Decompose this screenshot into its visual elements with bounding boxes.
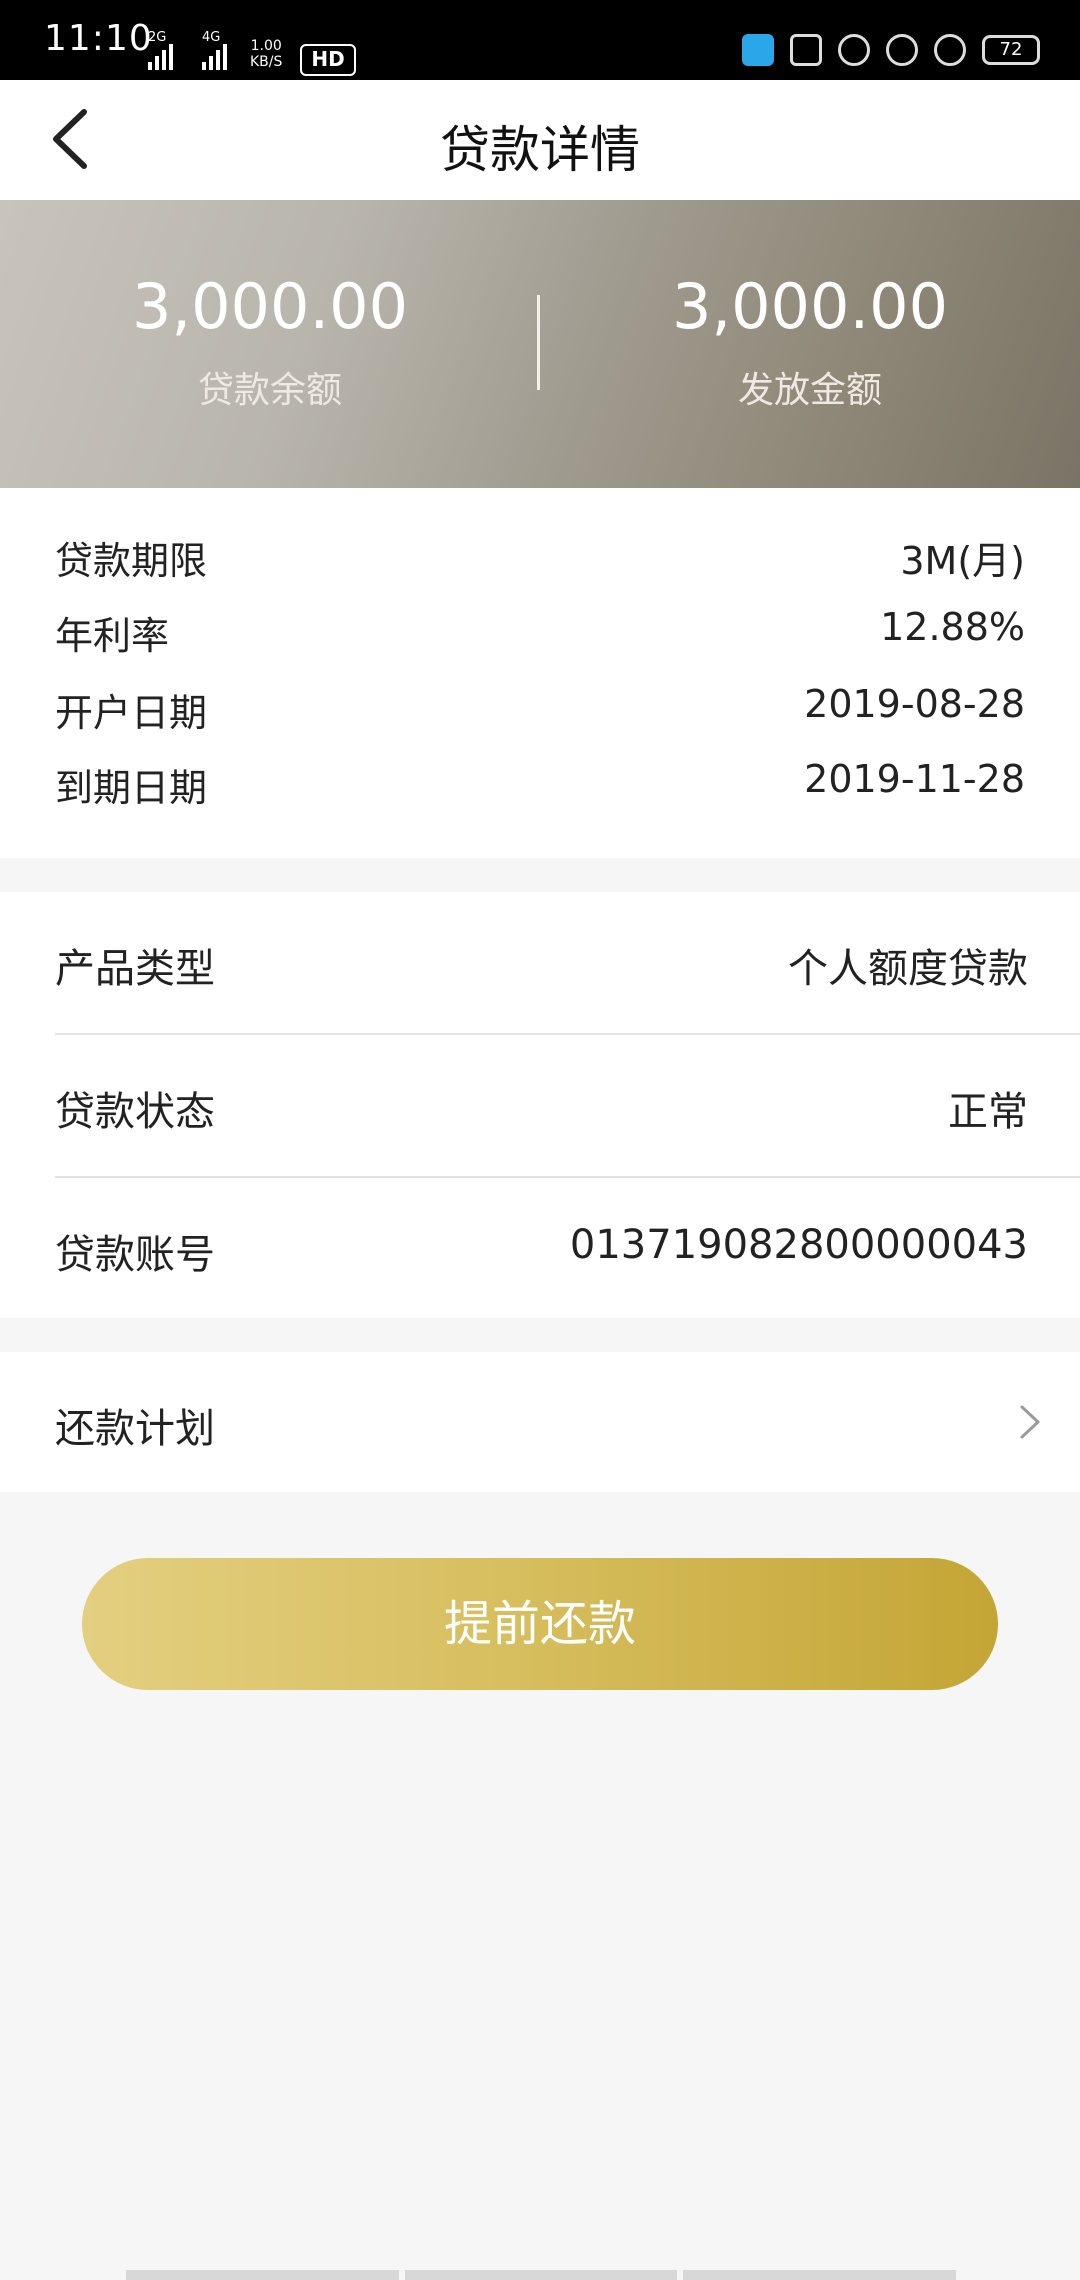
lock-icon [838, 34, 870, 66]
loan-summary-card: 3,000.00 贷款余额 3,000.00 发放金额 [0, 200, 1080, 488]
network-type-4g: 4G [202, 30, 221, 45]
detail-value: 2019-11-28 [804, 757, 1025, 801]
repayment-plan-item[interactable]: 还款计划 [55, 1352, 1080, 1492]
status-icons: 72 [742, 34, 1040, 66]
issued-amount: 3,000.00 发放金额 [540, 270, 1080, 413]
shield-icon [742, 34, 774, 66]
repayment-plan-row[interactable]: 还款计划 [0, 1352, 1080, 1492]
network-speed: 1.00 KB/S [250, 38, 283, 70]
detail-value: 12.88% [880, 605, 1025, 649]
detail-row-term: 贷款期限 3M(月) [55, 530, 1025, 590]
detail-row-open-date: 开户日期 2019-08-28 [55, 682, 1025, 742]
detail-label: 到期日期 [55, 766, 208, 810]
chevron-right-icon [1010, 1397, 1050, 1447]
network-type-2g: 2G [148, 30, 167, 45]
info-label: 贷款状态 [55, 1089, 215, 1135]
loan-details-section: 贷款期限 3M(月) 年利率 12.88% 开户日期 2019-08-28 到期… [0, 488, 1080, 858]
location-icon [886, 34, 918, 66]
home-indicator [126, 2270, 957, 2280]
signal-icon-2g: 2G [148, 30, 184, 70]
info-row-account: 贷款账号 013719082800000043 [55, 1178, 1080, 1318]
detail-row-due-date: 到期日期 2019-11-28 [55, 757, 1025, 817]
page-title: 贷款详情 [440, 121, 640, 179]
detail-row-rate: 年利率 12.88% [55, 605, 1025, 665]
info-row-status: 贷款状态 正常 [55, 1035, 1080, 1175]
vibrate-icon [790, 34, 822, 66]
loan-balance-label: 贷款余额 [197, 370, 342, 411]
info-row-product-type: 产品类型 个人额度贷款 [55, 892, 1080, 1032]
status-badge: 正常 [948, 1089, 1028, 1135]
info-label: 贷款账号 [55, 1232, 215, 1278]
detail-label: 贷款期限 [55, 539, 208, 583]
loan-balance-amount: 3,000.00 [131, 270, 409, 343]
issued-amount-value: 3,000.00 [671, 270, 949, 343]
status-time: 11:10 [44, 18, 153, 59]
loan-info-section: 产品类型 个人额度贷款 贷款状态 正常 贷款账号 013719082800000… [0, 892, 1080, 1318]
nav-bar: 贷款详情 [0, 80, 1080, 200]
info-value: 个人额度贷款 [788, 946, 1028, 992]
prepay-button[interactable]: 提前还款 [82, 1558, 998, 1690]
battery-icon: 72 [982, 35, 1040, 65]
account-number: 013719082800000043 [569, 1222, 1028, 1268]
loan-balance: 3,000.00 贷款余额 [0, 270, 540, 413]
info-label: 产品类型 [55, 946, 215, 992]
repayment-plan-label: 还款计划 [55, 1406, 215, 1452]
detail-value: 3M(月) [900, 539, 1025, 583]
detail-label: 年利率 [55, 614, 170, 658]
signal-icon-4g: 4G [202, 30, 242, 70]
issued-amount-label: 发放金额 [737, 370, 882, 411]
status-bar: 11:10 2G 4G 1.00 KB/S HD 72 [0, 0, 1080, 80]
hd-icon: HD [300, 44, 356, 76]
alarm-icon [934, 34, 966, 66]
detail-value: 2019-08-28 [804, 682, 1025, 726]
detail-label: 开户日期 [55, 691, 208, 735]
